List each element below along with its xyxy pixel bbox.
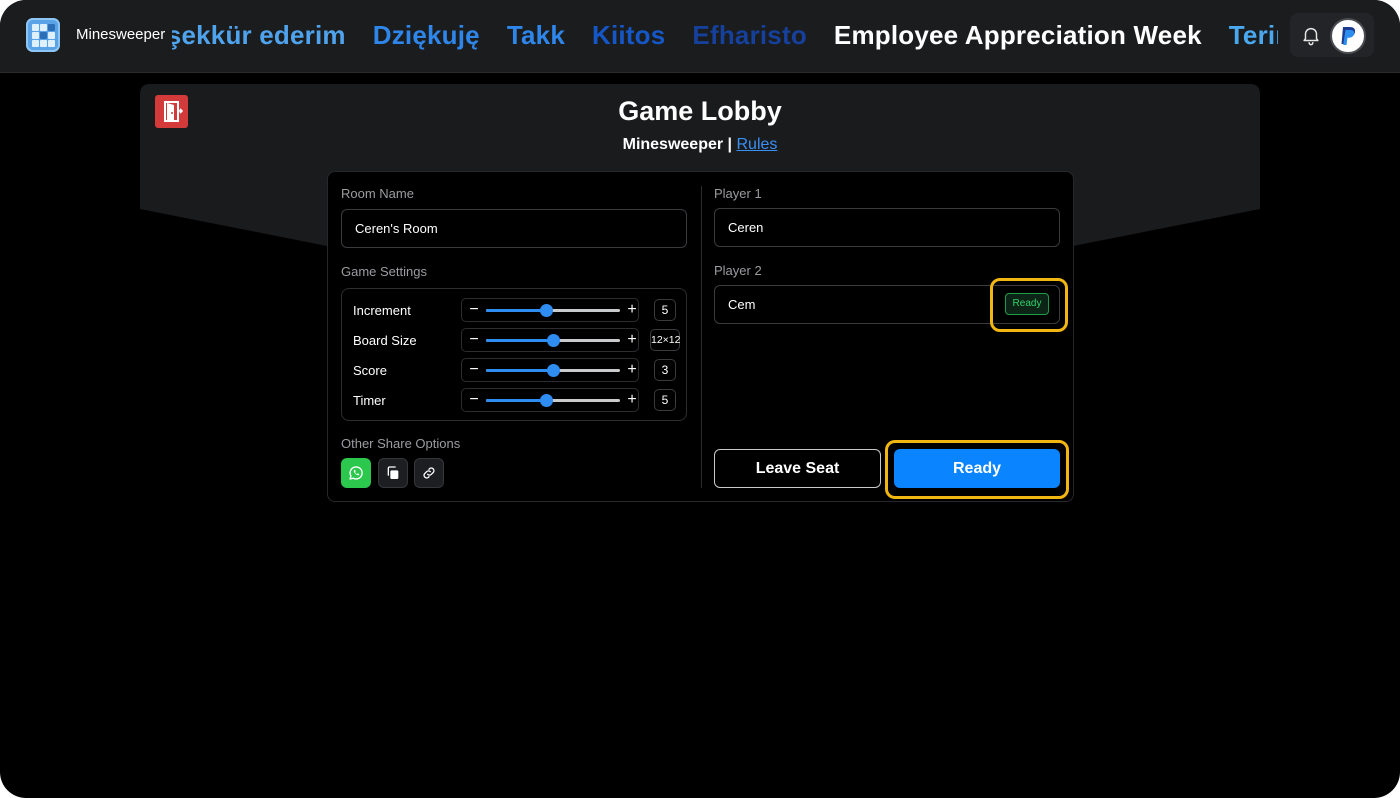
copy-link-button[interactable]: [414, 458, 444, 488]
subtitle-separator: |: [727, 136, 733, 153]
decrement-button[interactable]: −: [464, 330, 484, 350]
game-settings-label: Game Settings: [341, 264, 427, 279]
slider-track[interactable]: [486, 394, 620, 407]
setting-slider[interactable]: − +: [461, 358, 639, 382]
slider-fill: [486, 339, 553, 342]
player-1-label: Player 1: [714, 186, 762, 201]
setting-name: Board Size: [353, 333, 417, 348]
slider-thumb[interactable]: [540, 304, 553, 317]
slider-thumb[interactable]: [547, 334, 560, 347]
game-name: Minesweeper: [622, 136, 724, 153]
setting-value: 12×12: [650, 329, 681, 351]
appreciation-marquee: Teşekkür ederim Dziękuję Takk Kiitos Efharis…: [172, 0, 1278, 72]
slider-track[interactable]: [486, 334, 620, 347]
lobby-subtitle: Minesweeper | Rules: [0, 136, 1400, 154]
marquee-item: Efharisto: [692, 20, 807, 50]
setting-row: Board Size − +12×12: [342, 326, 686, 356]
setting-name: Timer: [353, 393, 386, 408]
slider-fill: [486, 399, 546, 402]
leave-seat-button[interactable]: Leave Seat: [714, 449, 881, 488]
app-screen: Minesweeper Teşekkür ederim Dziękuję Takk K…: [0, 0, 1400, 798]
slider-thumb[interactable]: [540, 394, 553, 407]
setting-value: 5: [654, 389, 676, 411]
slider-track[interactable]: [486, 364, 620, 377]
setting-row: Increment − +5: [342, 296, 686, 326]
setting-value: 3: [654, 359, 676, 381]
marquee-track: Teşekkür ederim Dziękuję Takk Kiitos Efharis…: [172, 19, 1278, 51]
setting-name: Score: [353, 363, 387, 378]
link-icon: [423, 467, 435, 479]
setting-slider[interactable]: − +: [461, 328, 639, 352]
marquee-item: Teşekkür ederim: [172, 20, 346, 50]
decrement-button[interactable]: −: [464, 390, 484, 410]
room-name-field[interactable]: Ceren's Room: [341, 209, 687, 248]
player-2-label: Player 2: [714, 263, 762, 278]
room-name-label: Room Name: [341, 186, 414, 201]
setting-row: Timer − +5: [342, 386, 686, 416]
rules-link[interactable]: Rules: [736, 136, 777, 153]
setting-slider[interactable]: − +: [461, 388, 639, 412]
slider-track[interactable]: [486, 304, 620, 317]
decrement-button[interactable]: −: [464, 360, 484, 380]
copy-icon: [387, 466, 399, 479]
page-title: Game Lobby: [618, 96, 782, 126]
slider-thumb[interactable]: [547, 364, 560, 377]
setting-value: 5: [654, 299, 676, 321]
slider-fill: [486, 369, 553, 372]
minesweeper-grid-icon[interactable]: [26, 18, 60, 52]
column-divider: [701, 186, 702, 488]
status-highlight: [990, 278, 1068, 332]
increment-button[interactable]: +: [622, 330, 642, 350]
bell-icon[interactable]: [1300, 24, 1322, 46]
marquee-item: Takk: [506, 20, 565, 50]
increment-button[interactable]: +: [622, 360, 642, 380]
marquee-item: Terima kasih: [1228, 20, 1278, 50]
whatsapp-icon: [349, 466, 363, 480]
marquee-item: Dziękuję: [372, 20, 480, 50]
marquee-item: Employee Appreciation Week: [833, 20, 1202, 50]
setting-name: Increment: [353, 303, 411, 318]
lobby-card: Room Name Ceren's Room Game Settings Inc…: [327, 171, 1074, 502]
ready-button-highlight: [885, 440, 1069, 499]
setting-slider[interactable]: − +: [461, 298, 639, 322]
app-name: Minesweeper: [76, 26, 166, 43]
slider-fill: [486, 309, 546, 312]
game-settings-panel: Increment − +5 Board Size − +12×12 Score − +3 Tim…: [341, 288, 687, 421]
increment-button[interactable]: +: [622, 390, 642, 410]
decrement-button[interactable]: −: [464, 300, 484, 320]
whatsapp-share-button[interactable]: [341, 458, 371, 488]
player-1-seat: Ceren: [714, 208, 1060, 247]
share-options-label: Other Share Options: [341, 436, 461, 451]
marquee-item: Kiitos: [591, 20, 666, 50]
increment-button[interactable]: +: [622, 300, 642, 320]
setting-row: Score − +3: [342, 356, 686, 386]
paypal-avatar-icon[interactable]: [1330, 18, 1366, 54]
header-actions: [1290, 13, 1374, 57]
copy-button[interactable]: [378, 458, 408, 488]
top-bar: Minesweeper Teşekkür ederim Dziękuję Takk K…: [0, 0, 1400, 73]
